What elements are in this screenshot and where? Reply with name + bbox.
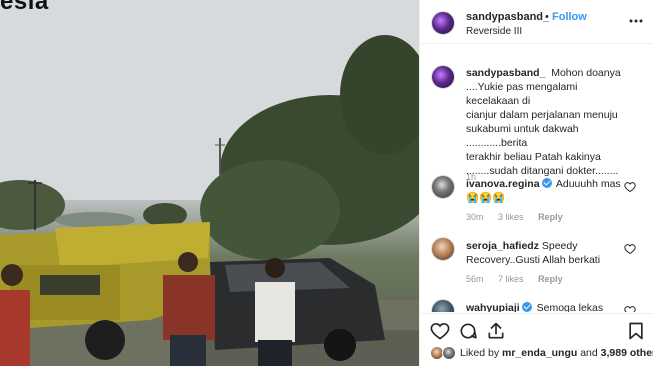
photo-headline: esia bbox=[0, 0, 49, 15]
comment-body-line2: Recovery..Gusti Allah berkati bbox=[466, 254, 601, 266]
share-icon[interactable] bbox=[486, 321, 506, 341]
author-username[interactable]: sandypasband_ bbox=[466, 11, 549, 23]
post-header: sandypasband_ • Follow Reverside III bbox=[420, 0, 653, 44]
caption-line: ....Yukie pas mengalami kecelakaan di bbox=[466, 81, 578, 107]
comment-emoji: 😭😭😭 bbox=[466, 192, 506, 204]
likes-and: and bbox=[580, 347, 598, 359]
comments-list[interactable]: sandypasband_ Mohon doanya ....Yukie pas… bbox=[420, 45, 653, 312]
likes-count[interactable]: 3,989 others bbox=[601, 347, 653, 359]
comment-meta: 30m 3 likes Reply bbox=[466, 212, 575, 222]
author-avatar[interactable] bbox=[431, 11, 455, 35]
commenter-avatar[interactable] bbox=[431, 237, 455, 261]
comment-body: Semoga lekas bbox=[536, 302, 604, 312]
likes-prefix: Liked by bbox=[460, 347, 500, 359]
comment-time: 56m bbox=[466, 274, 484, 284]
commenter-avatar[interactable] bbox=[431, 175, 455, 199]
comment-heart-icon[interactable] bbox=[624, 243, 636, 255]
verified-icon bbox=[541, 178, 552, 188]
follow-button[interactable]: Follow bbox=[552, 11, 587, 23]
comment-time: 30m bbox=[466, 212, 484, 222]
caption-line: ........sudah ditangani dokter........ bbox=[466, 165, 619, 177]
verified-icon bbox=[521, 302, 532, 312]
comment-text: seroja_hafiedz Speedy Recovery..Gusti Al… bbox=[466, 239, 626, 267]
liker-username[interactable]: mr_enda_ungu bbox=[502, 347, 577, 359]
comment-text: wahyupiaji Semoga lekas bbox=[466, 301, 626, 312]
commenter-username[interactable]: seroja_hafiedz bbox=[466, 240, 539, 252]
commenter-username[interactable]: wahyupiaji bbox=[466, 302, 520, 312]
caption-username[interactable]: sandypasband_ bbox=[466, 67, 545, 79]
liker-avatar bbox=[442, 346, 456, 360]
action-bar bbox=[420, 313, 653, 345]
reply-button[interactable]: Reply bbox=[538, 274, 563, 284]
caption-line: terakhir beliau Patah kakinya bbox=[466, 151, 601, 163]
post-side-panel: sandypasband_ • Follow Reverside III san… bbox=[419, 0, 653, 366]
post-location[interactable]: Reverside III bbox=[466, 26, 522, 37]
bookmark-icon[interactable] bbox=[626, 321, 646, 341]
comment-likes[interactable]: 3 likes bbox=[498, 212, 524, 222]
comment-icon[interactable] bbox=[458, 321, 478, 341]
caption-line: cianjur dalam perjalanan menuju bbox=[466, 109, 618, 121]
separator-dot: • bbox=[545, 11, 549, 23]
comment-heart-icon[interactable] bbox=[624, 181, 636, 193]
likes-text: Liked by mr_enda_ungu and 3,989 others bbox=[460, 347, 653, 359]
heart-icon[interactable] bbox=[430, 321, 450, 341]
author-avatar[interactable] bbox=[431, 65, 455, 89]
comment-body: Speedy bbox=[541, 240, 578, 252]
caption-text: sandypasband_ Mohon doanya ....Yukie pas… bbox=[466, 66, 626, 178]
comment-body: Aduuuhh mas bbox=[555, 178, 621, 190]
comment-text: ivanova.regina Aduuuhh mas 😭😭😭 bbox=[466, 177, 626, 205]
comment-heart-icon[interactable] bbox=[624, 305, 636, 312]
caption-first-line: Mohon doanya bbox=[551, 67, 621, 79]
commenter-username[interactable]: ivanova.regina bbox=[466, 178, 540, 190]
reply-button[interactable]: Reply bbox=[538, 212, 563, 222]
comment-meta: 56m 7 likes Reply bbox=[466, 274, 575, 284]
commenter-avatar[interactable] bbox=[431, 299, 455, 312]
accident-scene-image bbox=[0, 0, 419, 366]
more-icon[interactable] bbox=[628, 13, 644, 29]
post-photo[interactable]: esia bbox=[0, 0, 419, 366]
comment-likes[interactable]: 7 likes bbox=[498, 274, 524, 284]
likes-summary: Liked by mr_enda_ungu and 3,989 others bbox=[420, 344, 653, 364]
caption-line: sukabumi untuk dakwah ............berita bbox=[466, 123, 579, 149]
